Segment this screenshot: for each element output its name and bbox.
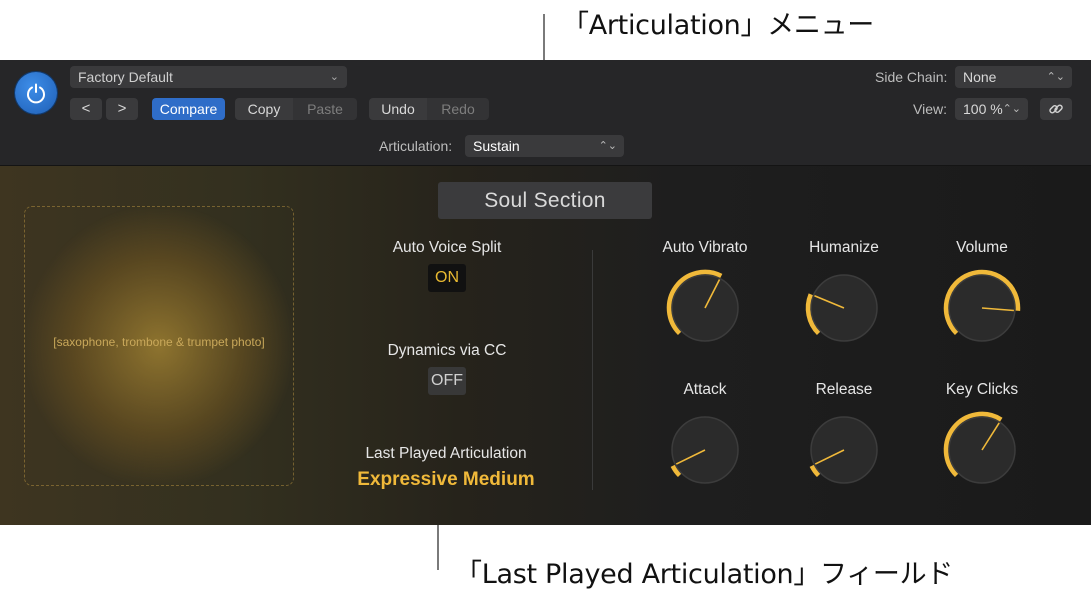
power-button[interactable] xyxy=(15,72,57,114)
articulation-label: Articulation: xyxy=(379,138,453,154)
humanize-label: Humanize xyxy=(809,239,879,256)
volume-label: Volume xyxy=(956,239,1008,256)
paste-button[interactable]: Paste xyxy=(293,98,357,120)
plugin-main-panel: [saxophone, trombone & trumpet photo] So… xyxy=(0,166,1091,525)
articulation-value: Sustain xyxy=(473,138,520,154)
view-label: View: xyxy=(913,101,947,117)
last-played-articulation-label: Last Played Articulation xyxy=(365,445,527,462)
chevron-right-icon: > xyxy=(117,100,127,117)
link-button[interactable] xyxy=(1040,98,1072,120)
up-down-arrows-icon: ⌃⌄ xyxy=(1002,103,1021,115)
dynamics-via-cc-toggle[interactable]: OFF xyxy=(428,367,466,395)
auto-vibrato-knob[interactable] xyxy=(663,266,747,350)
view-zoom-value: 100 % xyxy=(963,101,1003,117)
articulation-menu-callout: 「Articulation」メニュー xyxy=(562,10,874,41)
release-knob[interactable] xyxy=(802,408,886,492)
side-chain-menu[interactable]: None ⌃⌄ xyxy=(955,66,1072,88)
copy-button[interactable]: Copy xyxy=(235,98,293,120)
up-down-arrows-icon: ⌃⌄ xyxy=(598,140,617,152)
redo-button[interactable]: Redo xyxy=(427,98,489,120)
humanize-knob[interactable] xyxy=(802,266,886,350)
compare-button[interactable]: Compare xyxy=(152,98,225,120)
last-played-articulation-field: Expressive Medium xyxy=(357,469,535,490)
view-zoom-menu[interactable]: 100 % ⌃⌄ xyxy=(955,98,1028,120)
previous-preset-button[interactable]: < xyxy=(70,98,102,120)
plugin-window: Factory Default ⌄ < > Compare Copy Paste… xyxy=(0,60,1091,525)
release-label: Release xyxy=(815,381,873,398)
last-played-callout: 「Last Played Articulation」フィールド xyxy=(455,559,954,590)
power-icon xyxy=(27,83,45,104)
attack-label: Attack xyxy=(683,381,727,398)
plugin-title: Soul Section xyxy=(438,182,652,219)
section-divider xyxy=(592,250,593,490)
auto-vibrato-label: Auto Vibrato xyxy=(662,239,748,256)
preset-name: Factory Default xyxy=(78,69,173,85)
key-clicks-label: Key Clicks xyxy=(945,381,1019,398)
up-down-arrows-icon: ⌃⌄ xyxy=(1046,71,1065,83)
undo-button[interactable]: Undo xyxy=(369,98,427,120)
attack-knob[interactable] xyxy=(663,408,747,492)
side-chain-label: Side Chain: xyxy=(875,69,948,85)
preset-menu[interactable]: Factory Default ⌄ xyxy=(70,66,347,88)
instruments-image: [saxophone, trombone & trumpet photo] xyxy=(24,206,294,486)
chevron-down-icon: ⌄ xyxy=(329,71,339,83)
link-icon xyxy=(1049,104,1063,114)
articulation-menu[interactable]: Sustain ⌃⌄ xyxy=(465,135,624,157)
side-chain-value: None xyxy=(963,69,997,85)
dynamics-via-cc-label: Dynamics via CC xyxy=(387,342,507,359)
plugin-header: Factory Default ⌄ < > Compare Copy Paste… xyxy=(0,60,1091,166)
auto-voice-split-label: Auto Voice Split xyxy=(392,239,502,256)
instruments-image-placeholder: [saxophone, trombone & trumpet photo] xyxy=(53,335,265,349)
volume-knob[interactable] xyxy=(940,266,1024,350)
next-preset-button[interactable]: > xyxy=(106,98,138,120)
key-clicks-knob[interactable] xyxy=(940,408,1024,492)
chevron-left-icon: < xyxy=(81,100,91,117)
auto-voice-split-toggle[interactable]: ON xyxy=(428,264,466,292)
